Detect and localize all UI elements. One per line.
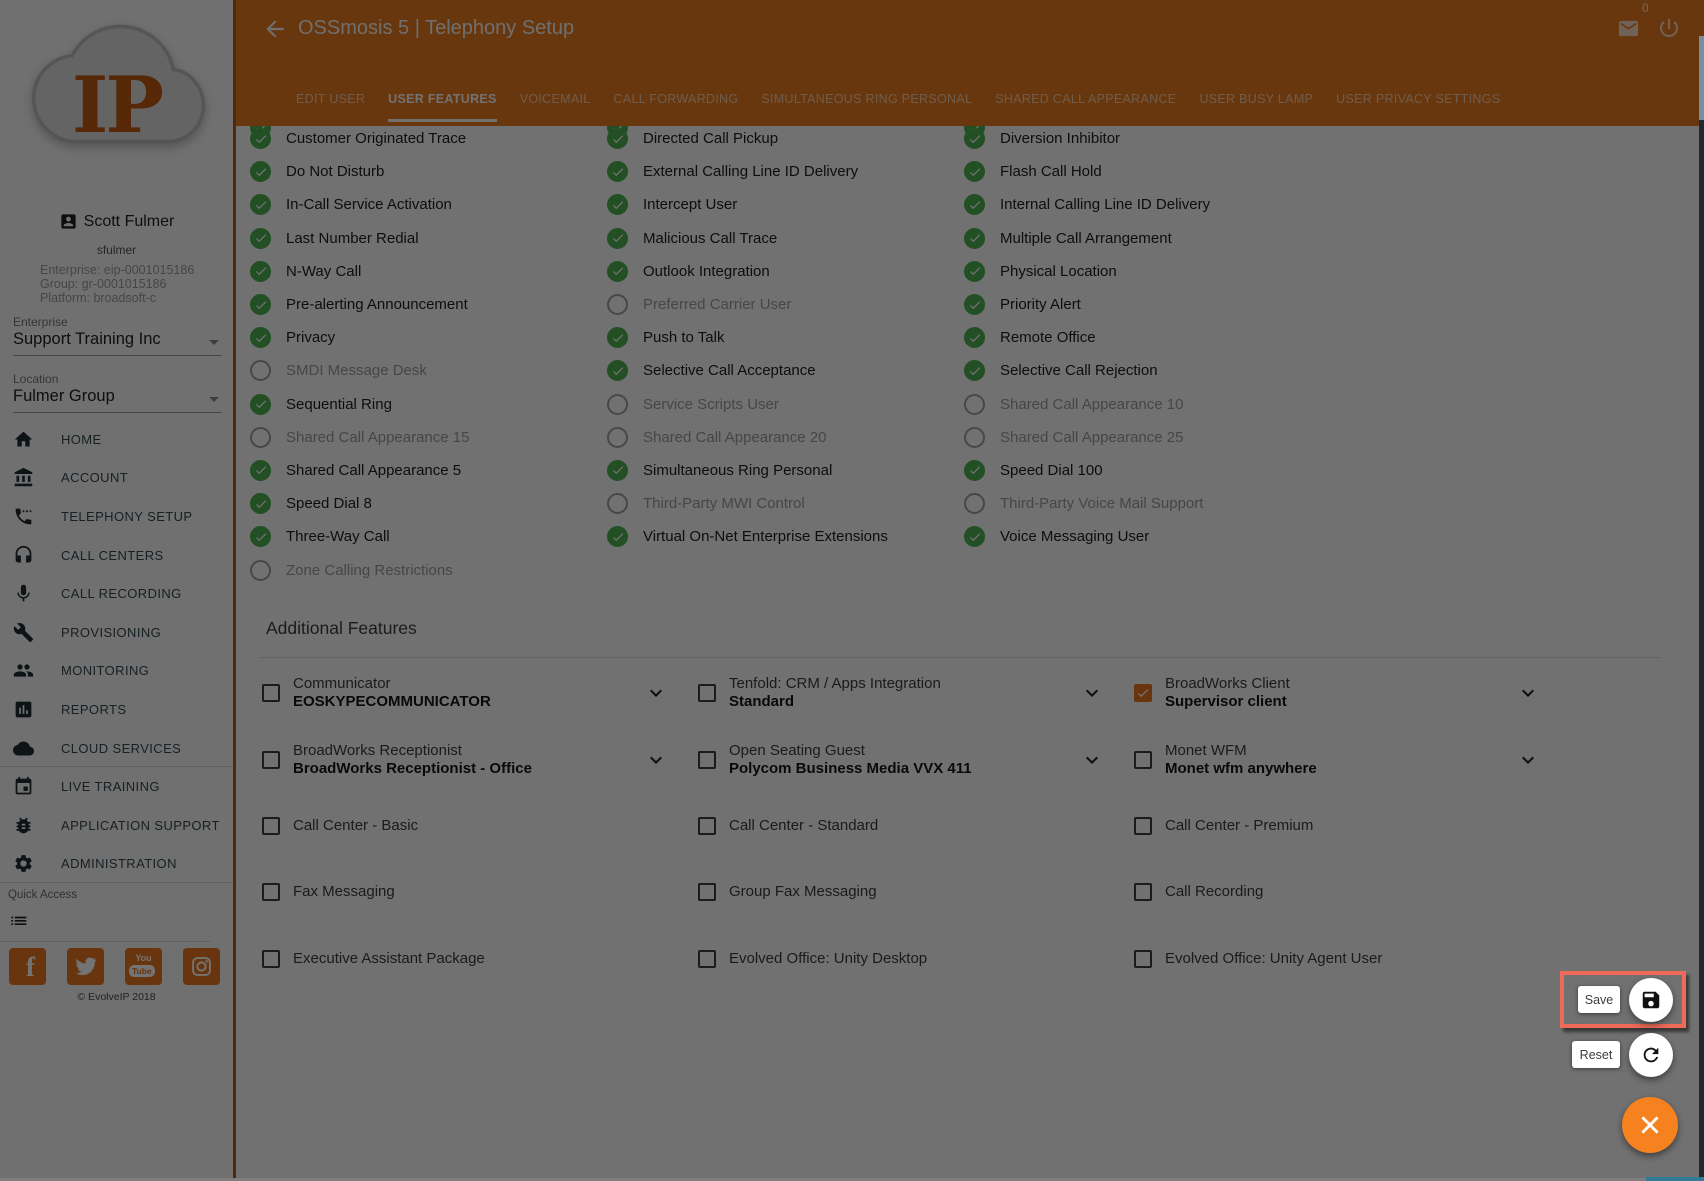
close-icon [1637, 1112, 1663, 1138]
tutorial-dim-overlay [0, 0, 1704, 1181]
save-icon [1640, 989, 1662, 1011]
app-root: IP Scott Fulmer sfulmer Enterprise: eip-… [0, 0, 1704, 1181]
close-tutorial-button[interactable] [1622, 1097, 1678, 1153]
screen-edge-artifact [1699, 36, 1704, 120]
reset-tooltip: Reset [1572, 1041, 1620, 1068]
save-tooltip: Save [1578, 986, 1620, 1013]
screen-edge-artifact [1699, 120, 1704, 1181]
refresh-icon [1640, 1044, 1662, 1066]
save-button[interactable] [1629, 978, 1673, 1022]
screen-edge-artifact [1646, 1177, 1704, 1181]
reset-button[interactable] [1629, 1033, 1673, 1077]
